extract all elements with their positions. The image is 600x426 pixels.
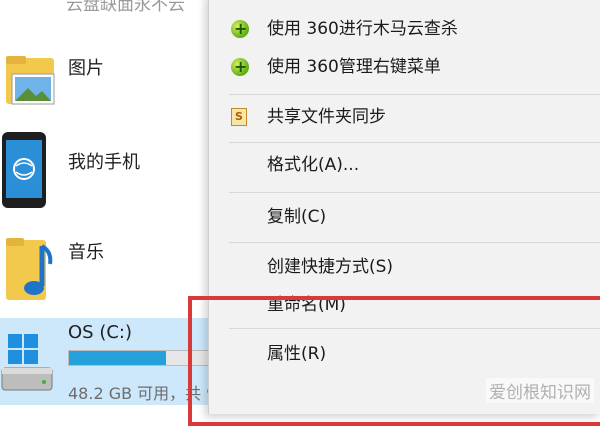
menu-item-label: 创建快捷方式(S)	[267, 257, 394, 277]
menu-separator	[229, 94, 600, 95]
menu-item-label: 复制(C)	[267, 207, 327, 227]
menu-item-create-shortcut[interactable]: 创建快捷方式(S)	[209, 252, 600, 282]
360-icon	[231, 14, 249, 44]
360-icon	[231, 52, 249, 82]
menu-item-360-trojan-scan[interactable]: 使用 360进行木马云查杀	[209, 14, 600, 44]
nav-item-my-phone[interactable]: 我的手机	[0, 130, 210, 210]
menu-item-label: 格式化(A)...	[267, 155, 360, 175]
menu-item-label: 共享文件夹同步	[267, 107, 386, 127]
menu-item-360-manage-menu[interactable]: 使用 360管理右键菜单	[209, 52, 600, 82]
nav-item-pictures[interactable]: 图片	[0, 40, 210, 120]
music-folder-icon	[6, 238, 53, 300]
menu-separator	[229, 142, 600, 143]
menu-separator	[229, 242, 600, 243]
sync-folder-icon: S	[231, 108, 249, 126]
watermark: 爱创根知识网	[486, 378, 594, 403]
menu-item-label: 使用 360进行木马云查杀	[267, 19, 458, 39]
menu-item-label: 使用 360管理右键菜单	[267, 57, 441, 77]
menu-item-share-folder-sync[interactable]: S 共享文件夹同步	[209, 102, 600, 132]
drive-label: OS (C:)	[68, 322, 132, 343]
menu-separator	[229, 192, 600, 193]
menu-item-copy[interactable]: 复制(C)	[209, 202, 600, 232]
drive-usage-fill	[69, 351, 166, 365]
menu-item-format[interactable]: 格式化(A)...	[209, 150, 600, 180]
pictures-folder-icon	[6, 56, 55, 105]
nav-item-label: 音乐	[68, 242, 104, 263]
cut-off-item-label: 云盘缺面永不云	[66, 0, 185, 15]
highlight-box	[188, 296, 600, 426]
nav-item-label: 我的手机	[68, 152, 140, 173]
drive-icon	[1, 334, 53, 391]
nav-item-label: 图片	[68, 58, 104, 79]
nav-item-music[interactable]: 音乐	[0, 226, 210, 306]
phone-icon	[2, 132, 46, 208]
